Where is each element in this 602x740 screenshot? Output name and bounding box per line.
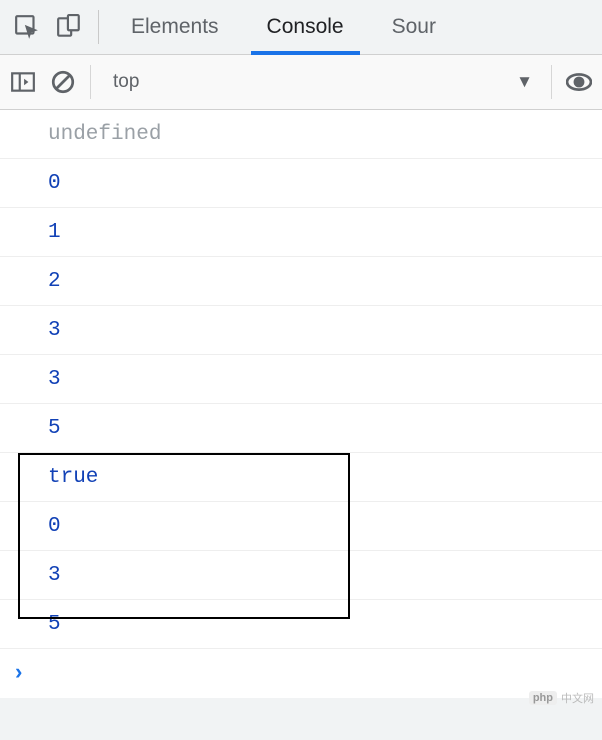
- divider: [98, 10, 99, 44]
- console-value: 2: [48, 270, 61, 293]
- inspect-icon[interactable]: [14, 14, 40, 40]
- console-line: 5: [0, 404, 602, 453]
- devtools-tab-bar: Elements Console Sour: [0, 0, 602, 55]
- console-value: 1: [48, 221, 61, 244]
- watermark-brand: php: [529, 691, 557, 705]
- divider: [90, 65, 91, 99]
- console-line: 0: [0, 502, 602, 551]
- console-line: true: [0, 453, 602, 502]
- tab-console[interactable]: Console: [243, 0, 368, 54]
- console-value: 3: [48, 564, 61, 587]
- watermark: php 中文网: [529, 690, 594, 706]
- console-line: 5: [0, 600, 602, 649]
- console-line: 3: [0, 306, 602, 355]
- console-line: 3: [0, 551, 602, 600]
- console-prompt[interactable]: ›: [0, 649, 602, 698]
- console-value: 5: [48, 613, 61, 636]
- console-line: 3: [0, 355, 602, 404]
- clear-console-icon[interactable]: [50, 69, 76, 95]
- tab-sources[interactable]: Sour: [368, 0, 436, 54]
- console-value: 3: [48, 368, 61, 391]
- device-toggle-icon[interactable]: [56, 14, 82, 40]
- chevron-right-icon: ›: [12, 661, 25, 686]
- console-value: undefined: [48, 123, 161, 146]
- console-line: 2: [0, 257, 602, 306]
- divider: [551, 65, 552, 99]
- context-label: top: [113, 71, 139, 93]
- console-line: undefined: [0, 110, 602, 159]
- tab-label: Elements: [131, 15, 219, 39]
- tab-label: Sour: [392, 15, 436, 39]
- annotated-region: true 0 3 5: [0, 453, 602, 649]
- console-value: 5: [48, 417, 61, 440]
- console-value: true: [48, 466, 98, 489]
- watermark-label: 中文网: [561, 690, 594, 706]
- console-value: 3: [48, 319, 61, 342]
- console-value: 0: [48, 515, 61, 538]
- chevron-down-icon: ▼: [516, 72, 533, 92]
- live-expression-icon[interactable]: [566, 69, 592, 95]
- toolbar-left-icons: [0, 0, 90, 54]
- context-selector[interactable]: top ▼: [105, 71, 537, 93]
- console-toolbar: top ▼: [0, 55, 602, 110]
- console-line: 1: [0, 208, 602, 257]
- console-line: 0: [0, 159, 602, 208]
- tab-label: Console: [267, 15, 344, 39]
- console-output: undefined 0 1 2 3 3 5 true 0 3 5 ›: [0, 110, 602, 698]
- console-value: 0: [48, 172, 61, 195]
- sidebar-toggle-icon[interactable]: [10, 69, 36, 95]
- tab-elements[interactable]: Elements: [107, 0, 243, 54]
